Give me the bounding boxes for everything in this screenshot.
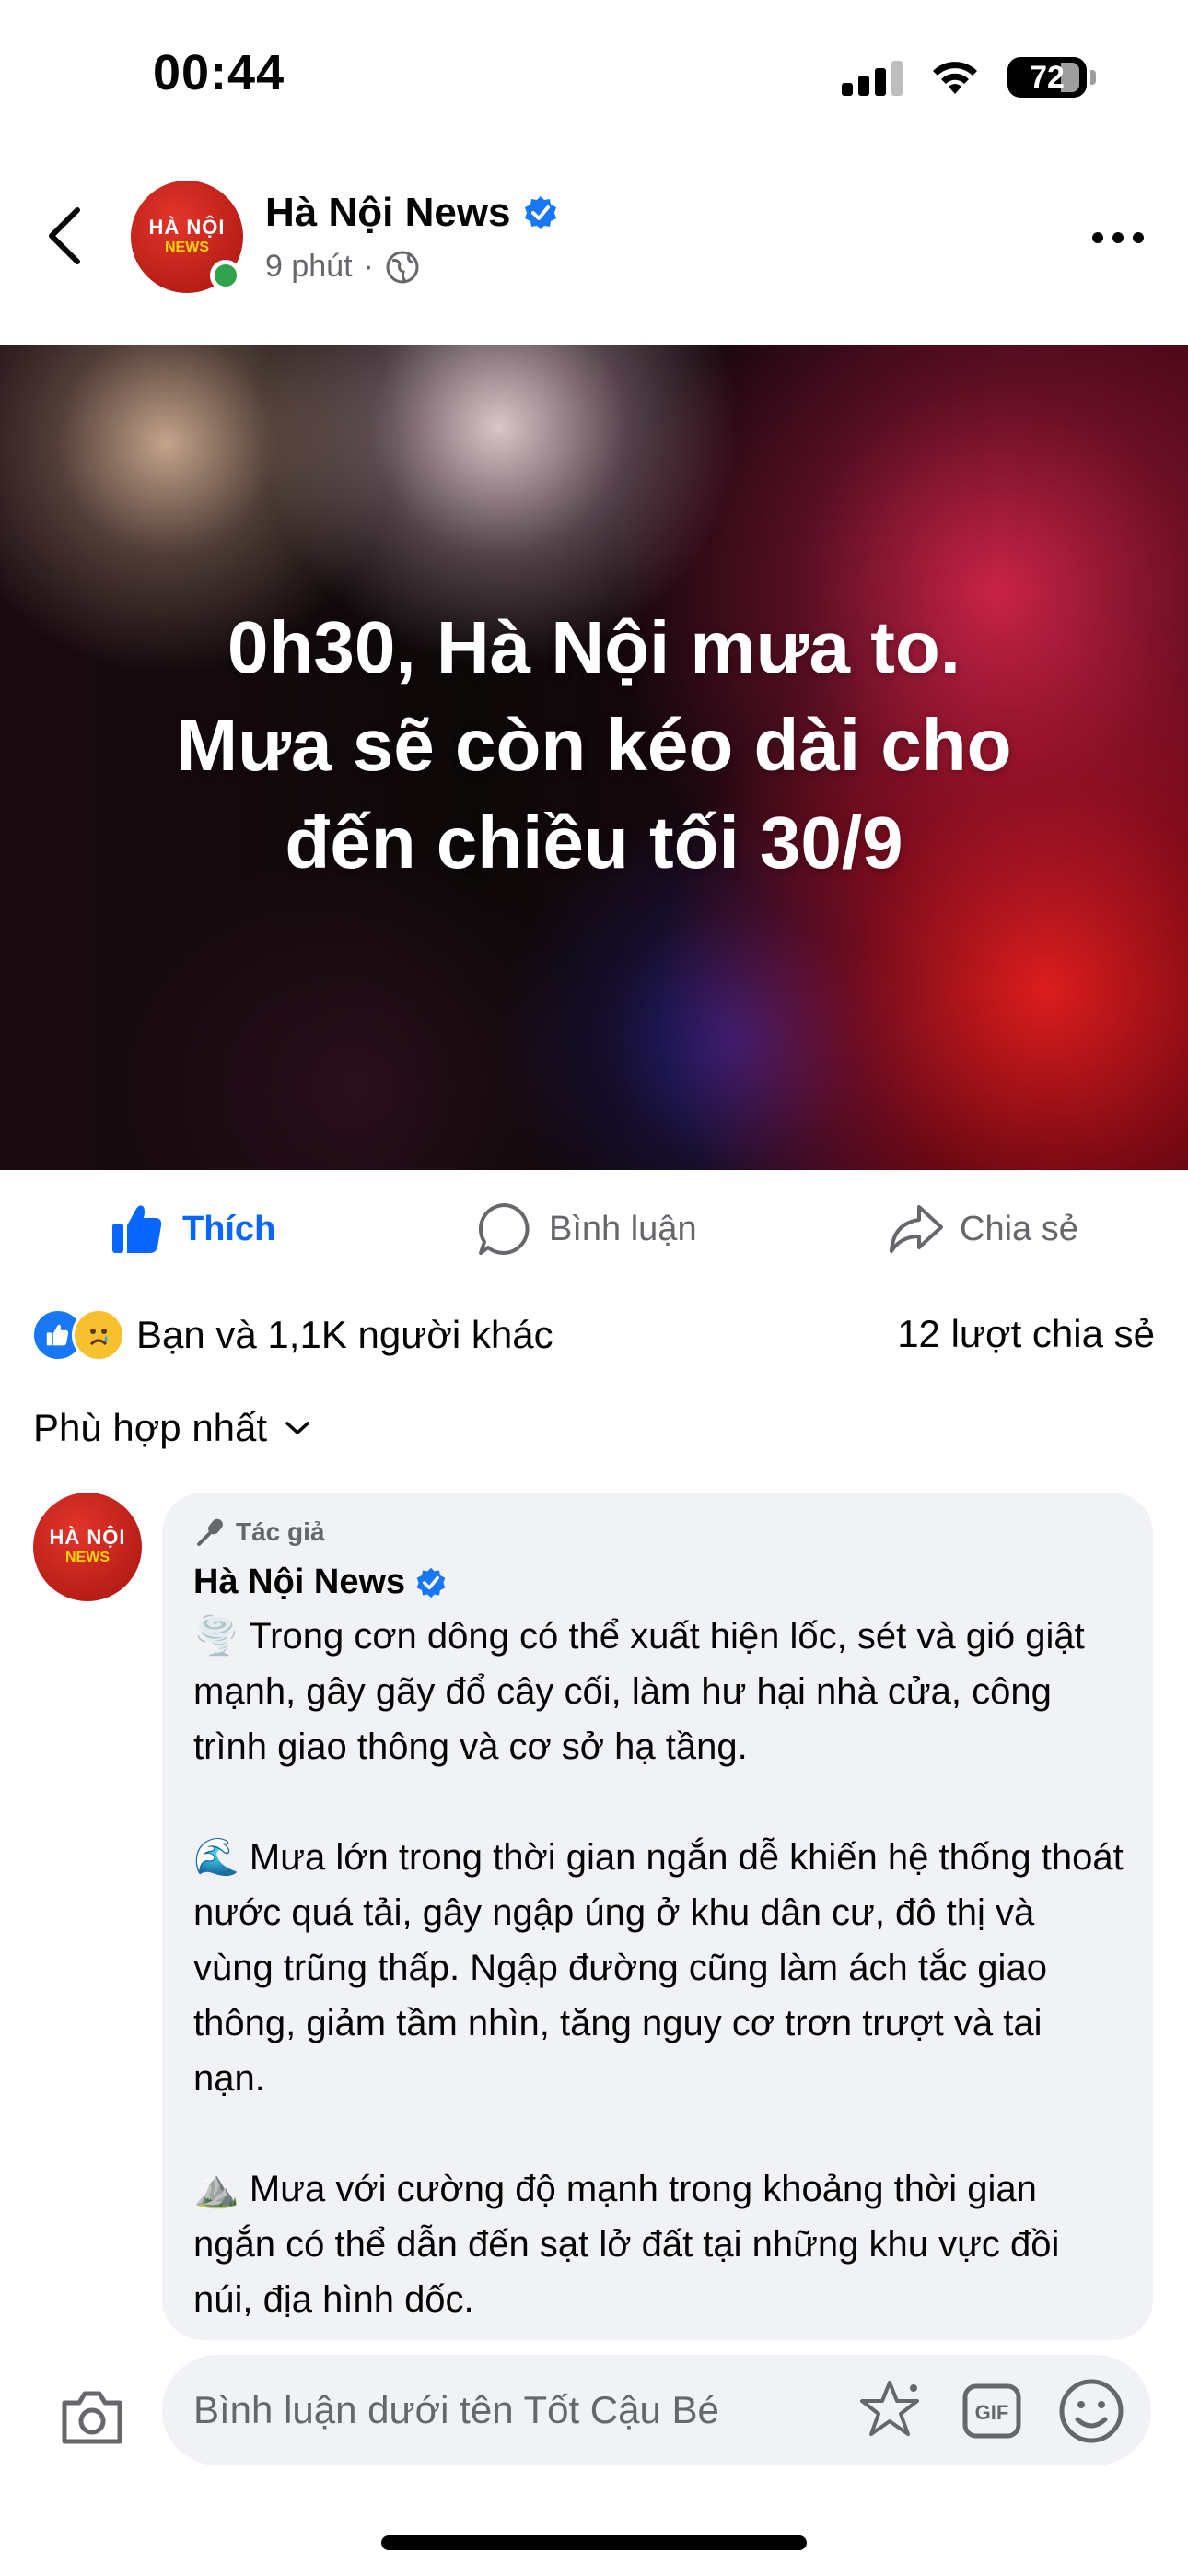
status-time: 00:44 [153,45,285,100]
sort-label: Phù hợp nhất [33,1406,268,1449]
camera-icon[interactable] [57,2383,127,2453]
page-name[interactable]: Hà Nội News [265,190,559,236]
logo-text-bottom: NEWS [165,240,209,255]
comment-author[interactable]: Hà Nội News [193,1563,448,1602]
logo-text-top: HÀ NỘI [148,216,226,239]
post-image-text: 0h30, Hà Nội mưa to. Mưa sẽ còn kéo dài … [0,599,1188,892]
comment-text: 🌪️ Trong cơn dông có thể xuất hiện lốc, … [193,1609,1124,2383]
share-button[interactable]: Chia sẻ [886,1200,1078,1259]
back-icon[interactable] [41,201,92,271]
comment-sort-dropdown[interactable]: Phù hợp nhất [33,1406,311,1450]
reaction-icons [31,1308,125,1362]
comment-avatar[interactable]: HÀ NỘI NEWS [33,1493,142,1601]
post-meta: 9 phút · [265,249,420,285]
comment-paragraph: 🌪️ Trong cơn dông có thể xuất hiện lốc, … [193,1616,1085,1767]
logo-text-top: HÀ NỘI [49,1526,126,1549]
comment-icon [478,1202,530,1255]
image-text-line: đến chiều tối 30/9 [285,802,903,884]
comment-input-placeholder: Bình luận dưới tên Tốt Cậu Bé [193,2388,719,2431]
comment-paragraph: 🌊 Mưa lớn trong thời gian ngắn dễ khiến … [193,1837,1124,2099]
author-tag: Tác giả [195,1516,324,1548]
svg-text:GIF: GIF [975,2401,1009,2424]
chevron-down-icon [285,1422,309,1434]
verified-badge-icon [416,1567,446,1598]
sad-reaction-icon [72,1308,125,1362]
battery-level: 72 [1030,59,1065,95]
battery-icon: 72 [1007,57,1096,98]
share-count[interactable]: 12 lượt chia sẻ [897,1312,1155,1356]
like-button[interactable]: Thích [109,1200,275,1259]
wifi-icon [933,62,977,94]
avatar-sticker-icon[interactable] [856,2377,926,2447]
comment-paragraph: ⛰️ Mưa với cường độ mạnh trong khoảng th… [193,2169,1060,2320]
more-options-icon[interactable] [1092,232,1144,243]
logo-text-bottom: NEWS [65,1550,110,1565]
like-label: Thích [182,1209,276,1248]
share-icon [890,1205,943,1253]
globe-icon [386,251,419,283]
thumbs-up-icon [112,1205,162,1253]
home-indicator[interactable] [381,2535,807,2550]
image-text-line: Mưa sẽ còn kéo dài cho [176,704,1012,786]
reaction-text: Bạn và 1,1K người khác [136,1313,553,1356]
post-image[interactable]: 0h30, Hà Nội mưa to. Mưa sẽ còn kéo dài … [0,345,1188,1170]
online-status-dot [210,260,241,291]
image-text-line: 0h30, Hà Nội mưa to. [227,606,961,688]
comment-author-name: Hà Nội News [193,1563,406,1601]
microphone-icon [197,1518,223,1546]
reaction-summary[interactable]: Bạn và 1,1K người khác [31,1308,553,1362]
status-icons: 72 [842,57,1096,98]
verified-badge-icon [524,196,556,229]
emoji-icon[interactable] [1057,2377,1125,2445]
gif-icon[interactable]: GIF [961,2381,1022,2441]
meta-separator: · [363,249,374,284]
post-time: 9 phút [265,249,353,284]
post-actions: Thích Bình luận Chia sẻ [0,1170,1188,1290]
author-tag-label: Tác giả [236,1517,325,1546]
comment-button[interactable]: Bình luận [475,1200,697,1259]
share-label: Chia sẻ [960,1209,1078,1248]
comment-label: Bình luận [549,1209,697,1248]
cellular-signal-icon [842,59,903,96]
page-name-text: Hà Nội News [265,190,511,235]
